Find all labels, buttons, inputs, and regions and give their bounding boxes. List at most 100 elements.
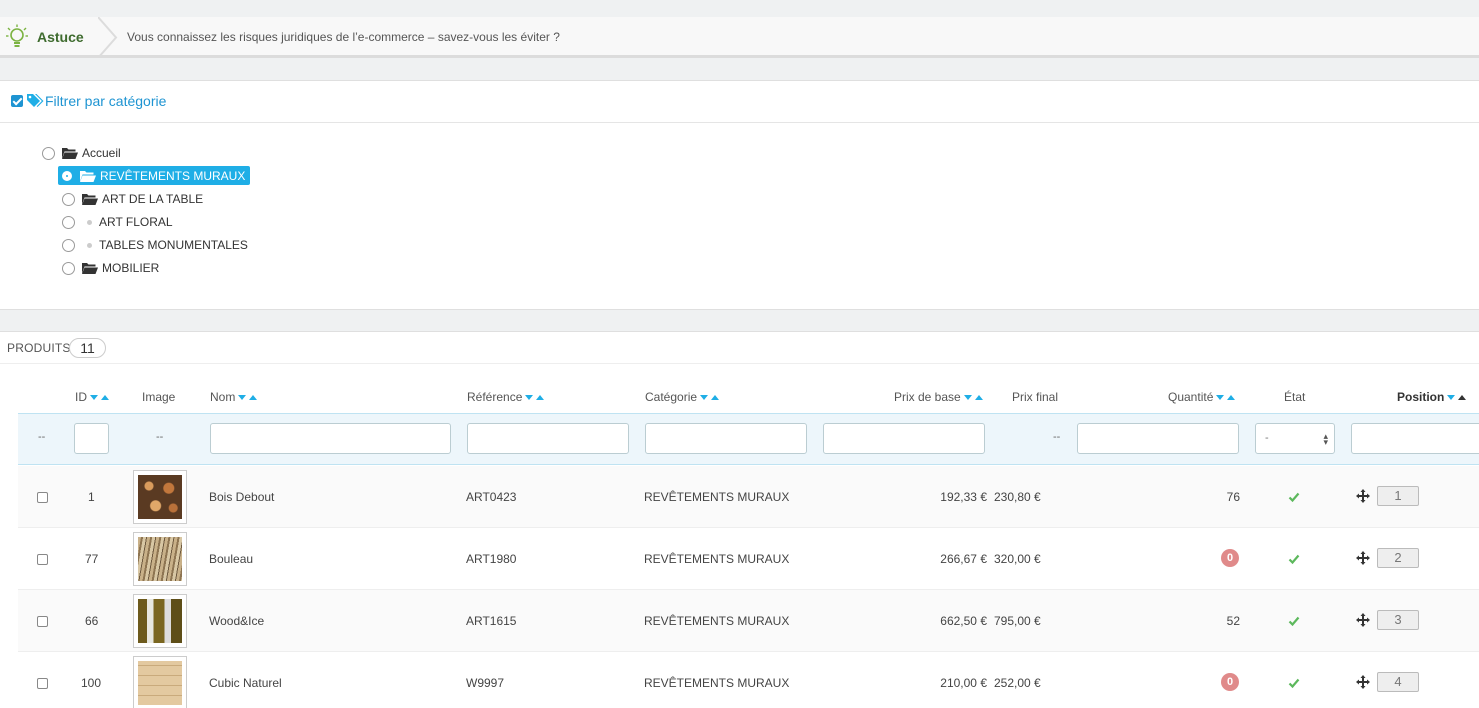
- cell-id: 66: [85, 614, 99, 628]
- tree-item-revetements-muraux[interactable]: REVÊTEMENTS MURAUX: [58, 166, 251, 185]
- column-header-state: État: [1284, 390, 1305, 404]
- row-select-checkbox[interactable]: [37, 616, 48, 627]
- column-header-position[interactable]: Position: [1397, 390, 1467, 404]
- tree-radio-selected[interactable]: [62, 170, 72, 181]
- sort-arrows-icon[interactable]: [1216, 394, 1236, 400]
- column-header-label: Catégorie: [645, 390, 698, 404]
- tip-message-link[interactable]: Vous connaissez les risques juridiques d…: [127, 30, 560, 44]
- filter-by-category-checkbox[interactable]: [11, 95, 23, 107]
- product-thumbnail[interactable]: [133, 532, 187, 586]
- tree-radio[interactable]: [62, 238, 75, 252]
- sort-arrows-icon[interactable]: [238, 394, 258, 400]
- check-icon[interactable]: [1288, 615, 1300, 627]
- move-icon[interactable]: [1356, 489, 1370, 503]
- tree-item-label: ART FLORAL: [99, 215, 173, 229]
- move-icon[interactable]: [1356, 551, 1370, 565]
- column-header-label: Prix final: [1012, 390, 1059, 404]
- table-filter-row: -- -- -- - ▴ ▾: [18, 413, 1479, 465]
- sort-arrows-icon[interactable]: [1447, 394, 1467, 400]
- tree-item-art-floral[interactable]: ART FLORAL: [62, 212, 173, 232]
- cell-reference: ART1980: [466, 552, 517, 566]
- product-thumbnail[interactable]: [133, 594, 187, 648]
- filter-category-input[interactable]: [645, 423, 807, 454]
- table-row[interactable]: 77 Bouleau ART1980 REVÊTEMENTS MURAUX 26…: [18, 528, 1479, 590]
- tree-item-mobilier[interactable]: MOBILIER: [62, 258, 159, 278]
- table-row[interactable]: 100 Cubic Naturel W9997 REVÊTEMENTS MURA…: [18, 652, 1479, 708]
- sort-arrows-icon[interactable]: [963, 394, 983, 400]
- table-row[interactable]: 66 Wood&Ice ART1615 REVÊTEMENTS MURAUX 6…: [18, 590, 1479, 652]
- filter-reference-input[interactable]: [467, 423, 629, 454]
- tree-radio[interactable]: [62, 261, 75, 275]
- cell-quantity: 52: [1226, 614, 1240, 628]
- cell-category: REVÊTEMENTS MURAUX: [644, 676, 790, 690]
- column-header-base-price[interactable]: Prix de base: [894, 390, 983, 404]
- cell-reference: ART0423: [466, 490, 517, 504]
- quantity-zero-badge: 0: [1221, 673, 1239, 691]
- cell-final-price: 252,00 €: [994, 676, 1041, 690]
- cell-name[interactable]: Bois Debout: [209, 490, 274, 504]
- cell-name[interactable]: Bouleau: [209, 552, 253, 566]
- column-header-id[interactable]: ID: [75, 390, 109, 404]
- tree-radio[interactable]: [62, 215, 75, 229]
- sort-arrows-icon[interactable]: [525, 394, 545, 400]
- filter-state-select[interactable]: - ▴ ▾: [1255, 423, 1335, 454]
- cell-final-price: 230,80 €: [994, 490, 1041, 504]
- products-count-badge: 11: [69, 338, 106, 358]
- row-select-checkbox[interactable]: [37, 492, 48, 503]
- filter-position-input[interactable]: [1351, 423, 1479, 454]
- cell-base-price: 192,33 €: [940, 490, 987, 504]
- lightbulb-icon: [6, 24, 28, 47]
- cell-name[interactable]: Cubic Naturel: [209, 676, 282, 690]
- product-thumbnail[interactable]: [133, 656, 187, 708]
- folder-open-icon: [62, 148, 78, 159]
- filter-id-input[interactable]: [74, 423, 109, 454]
- filter-placeholder-dash: --: [38, 431, 46, 443]
- tree-item-art-de-la-table[interactable]: ART DE LA TABLE: [62, 189, 203, 209]
- tree-radio[interactable]: [62, 192, 75, 206]
- tree-item-accueil[interactable]: Accueil: [42, 143, 121, 163]
- column-header-quantity[interactable]: Quantité: [1168, 390, 1236, 404]
- product-thumbnail[interactable]: [133, 470, 187, 524]
- move-icon[interactable]: [1356, 613, 1370, 627]
- sort-arrows-icon[interactable]: [700, 394, 720, 400]
- products-title: PRODUITS: [7, 341, 71, 355]
- column-header-category[interactable]: Catégorie: [645, 390, 720, 404]
- column-header-final-price: Prix final: [1012, 390, 1058, 404]
- cell-category: REVÊTEMENTS MURAUX: [644, 490, 790, 504]
- row-select-checkbox[interactable]: [37, 678, 48, 689]
- column-header-reference[interactable]: Référence: [467, 390, 545, 404]
- tree-item-label: MOBILIER: [102, 261, 160, 275]
- sort-arrows-icon[interactable]: [90, 394, 109, 400]
- cell-base-price: 210,00 €: [940, 676, 987, 690]
- cell-name[interactable]: Wood&Ice: [209, 614, 264, 628]
- dot-icon: [87, 219, 92, 225]
- tree-item-label: Accueil: [82, 146, 121, 160]
- filter-name-input[interactable]: [210, 423, 451, 454]
- cell-category: REVÊTEMENTS MURAUX: [644, 614, 790, 628]
- row-select-checkbox[interactable]: [37, 554, 48, 565]
- check-icon[interactable]: [1288, 553, 1300, 565]
- filter-placeholder-dash: --: [1053, 431, 1061, 443]
- products-panel: PRODUITS 11 ID Image Nom Référence Catég…: [0, 331, 1479, 708]
- tip-label: Astuce: [37, 29, 84, 45]
- column-header-label: Nom: [210, 390, 236, 404]
- cell-id: 1: [88, 490, 95, 504]
- cell-final-price: 320,00 €: [994, 552, 1041, 566]
- filter-by-category-label[interactable]: Filtrer par catégorie: [45, 93, 166, 109]
- position-value: 1: [1377, 486, 1419, 506]
- column-header-name[interactable]: Nom: [210, 390, 258, 404]
- tree-radio[interactable]: [42, 146, 55, 160]
- cell-final-price: 795,00 €: [994, 614, 1041, 628]
- cell-base-price: 662,50 €: [940, 614, 987, 628]
- check-icon[interactable]: [1288, 491, 1300, 503]
- tree-item-label: ART DE LA TABLE: [102, 192, 204, 206]
- move-icon[interactable]: [1356, 675, 1370, 689]
- tree-item-label: REVÊTEMENTS MURAUX: [100, 168, 246, 183]
- column-header-label: Prix de base: [894, 390, 961, 404]
- check-icon[interactable]: [1288, 677, 1300, 689]
- cell-reference: W9997: [466, 676, 505, 690]
- table-row[interactable]: 1 Bois Debout ART0423 REVÊTEMENTS MURAUX…: [18, 466, 1479, 528]
- filter-quantity-input[interactable]: [1077, 423, 1239, 454]
- tree-item-tables-monumentales[interactable]: TABLES MONUMENTALES: [62, 235, 248, 255]
- filter-base-price-input[interactable]: [823, 423, 985, 454]
